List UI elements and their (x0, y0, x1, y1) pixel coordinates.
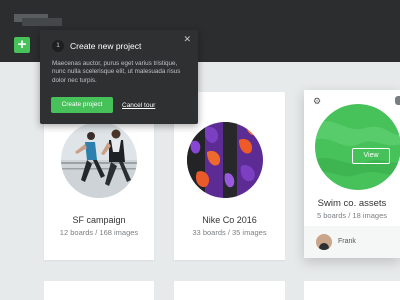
runners-image (61, 122, 137, 198)
project-meta: 12 boards / 168 images (59, 228, 139, 237)
project-card-partial[interactable] (304, 281, 400, 300)
cancel-tour-link[interactable]: Cancel tour (122, 102, 155, 110)
project-card-swim-co-assets[interactable]: ⚙ View Swim co. assets 5 boards / 18 ima… (304, 90, 400, 258)
avatar (316, 234, 332, 250)
tour-title: Create new project (70, 41, 142, 51)
green-swirl-image (315, 104, 400, 190)
project-thumbnail (187, 122, 263, 198)
project-thumbnail: View (315, 104, 400, 190)
add-project-button[interactable]: + (14, 37, 30, 53)
project-card-partial[interactable] (174, 281, 285, 300)
user-name: Frank (338, 238, 356, 245)
project-title: Swim co. assets (317, 198, 387, 209)
create-project-button[interactable]: Create project (51, 97, 113, 113)
tour-description: Maecenas auctor, purus eget varius trist… (52, 60, 181, 84)
card-footer: Frank (304, 226, 400, 258)
user-icon[interactable] (395, 96, 400, 105)
logo (14, 14, 62, 26)
close-icon[interactable]: ✕ (183, 34, 191, 44)
project-meta: 33 boards / 35 images (192, 228, 267, 237)
step-number: 1 (52, 40, 64, 52)
project-card-partial[interactable] (44, 281, 154, 300)
view-button[interactable]: View (352, 148, 390, 164)
project-title: SF campaign (72, 215, 126, 225)
project-meta: 5 boards / 18 images (316, 211, 388, 220)
project-thumbnail (61, 122, 137, 198)
abstract-pattern-image (187, 122, 263, 198)
settings-icon[interactable]: ⚙ (313, 96, 321, 107)
project-title: Nike Co 2016 (202, 215, 257, 225)
tour-popover: 1 Create new project ✕ Maecenas auctor, … (40, 30, 198, 124)
